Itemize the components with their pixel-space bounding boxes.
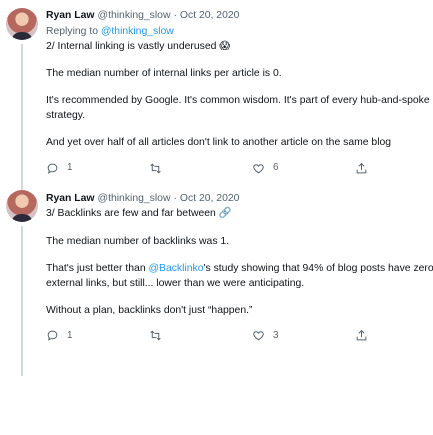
tweet-header: Ryan Law @thinking_slow · Oct 20, 2020 •… [46,8,433,24]
retweet-icon [150,330,161,341]
like-button[interactable]: 6 [252,161,355,176]
author-name[interactable]: Ryan Law [46,191,95,206]
tweet-text-line: The median number of internal links per … [46,68,282,80]
tweet-text-line: It's recommended by Google. It's common … [46,95,430,122]
reply-icon [47,331,58,342]
tweet-date[interactable]: Oct 20, 2020 [180,191,240,206]
retweet-icon [150,163,161,174]
tweet-actions: 1 6 [46,159,433,177]
tweet-text-line: The median number of backlinks was 1. [46,235,230,247]
tweet-actions: 1 3 [46,327,433,345]
replying-to-label: Replying to [46,26,101,37]
reply-handle-link[interactable]: @thinking_slow [101,26,174,37]
reply-count: 1 [67,162,73,174]
separator-dot: · [173,10,177,22]
mention-link[interactable]: @Backlinko [148,263,203,274]
heart-icon [253,331,264,341]
tweet[interactable]: Ryan Law @thinking_slow · Oct 20, 2020 •… [0,0,433,220]
tweet-gutter [6,190,46,377]
like-count: 6 [273,162,279,174]
tweet-body: Ryan Law @thinking_slow · Oct 20, 2020 •… [46,190,433,344]
tweet-gutter [6,8,46,220]
avatar[interactable] [6,8,38,40]
thread-line [21,226,23,377]
reply-button[interactable]: 1 [46,329,149,344]
tweet[interactable]: Ryan Law @thinking_slow · Oct 20, 2020 •… [0,182,433,377]
tweet-body: Ryan Law @thinking_slow · Oct 20, 2020 •… [46,8,433,177]
author-handle[interactable]: @thinking_slow [98,191,171,206]
retweet-button[interactable] [149,329,252,342]
tweet-header: Ryan Law @thinking_slow · Oct 20, 2020 •… [46,190,433,206]
reply-icon [47,163,58,174]
heart-icon [253,164,264,174]
share-button[interactable] [355,162,433,175]
retweet-button[interactable] [149,162,252,175]
avatar[interactable] [6,190,38,223]
author-name[interactable]: Ryan Law [46,8,95,23]
replying-to: Replying to @thinking_slow [46,24,433,39]
like-count: 3 [273,329,279,341]
share-icon [356,330,367,341]
tweet-text-line: That's just better than @Backlinko's stu… [46,261,433,291]
like-button[interactable]: 3 [252,329,355,344]
share-button[interactable] [355,329,433,342]
share-icon [356,162,367,174]
text-segment: That's just better than [46,262,149,274]
separator-dot: · [173,192,177,204]
tweet-text-line: 2/ Internal linking is vastly underused … [46,41,231,53]
reply-count: 1 [67,329,73,341]
reply-button[interactable]: 1 [46,161,149,176]
author-handle[interactable]: @thinking_slow [98,8,171,23]
tweet-text-line: And yet over half of all articles don't … [46,137,392,149]
tweet-text-line: Without a plan, backlinks don't just “ha… [46,304,253,316]
tweet-date[interactable]: Oct 20, 2020 [180,8,240,23]
tweet-text-line: 3/ Backlinks are few and far between 🔗 [46,208,232,220]
